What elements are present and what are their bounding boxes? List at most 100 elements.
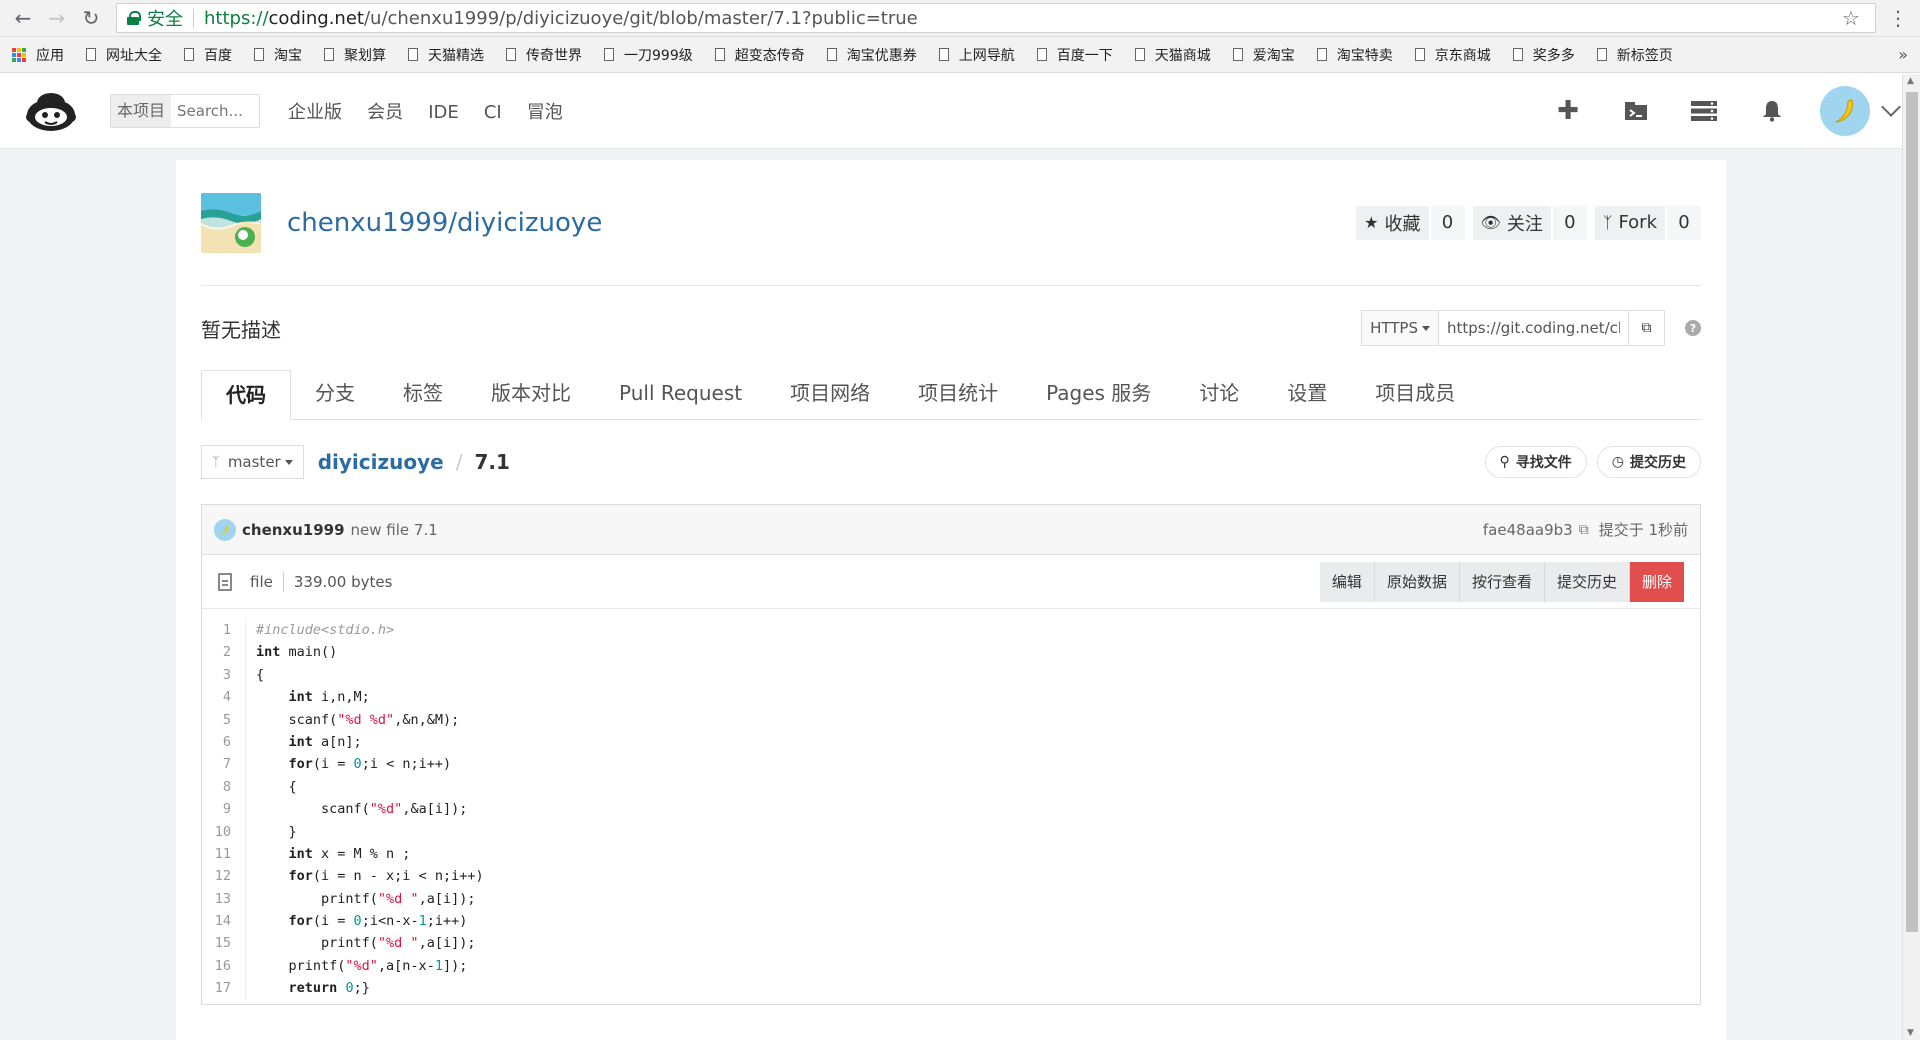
fork-button[interactable]: ᛉ Fork: [1594, 205, 1665, 240]
line-number[interactable]: 8: [202, 776, 231, 798]
tab-pull-request[interactable]: Pull Request: [595, 369, 766, 419]
tab-tags[interactable]: 标签: [379, 369, 467, 419]
line-number[interactable]: 5: [202, 709, 231, 731]
watch-count[interactable]: 0: [1552, 205, 1587, 240]
watch-button[interactable]: 👁 关注: [1472, 205, 1551, 240]
bookmark-item[interactable]: 天猫商城: [1134, 45, 1211, 65]
bookmark-item[interactable]: 百度一下: [1036, 45, 1113, 65]
line-number[interactable]: 10: [202, 821, 231, 843]
help-icon[interactable]: ?: [1685, 320, 1701, 336]
bookmark-item[interactable]: 京东商城: [1414, 45, 1491, 65]
nav-member[interactable]: 会员: [367, 102, 403, 123]
line-number[interactable]: 2: [202, 641, 231, 663]
tab-compare[interactable]: 版本对比: [467, 369, 595, 419]
nav-bubble[interactable]: 冒泡: [527, 102, 563, 123]
bookmark-item[interactable]: 一刀999级: [604, 45, 693, 65]
commit-author[interactable]: chenxu1999: [242, 521, 345, 539]
line-number[interactable]: 7: [202, 753, 231, 775]
find-file-button[interactable]: ⚲ 寻找文件: [1484, 446, 1587, 478]
line-number[interactable]: 13: [202, 888, 231, 910]
tab-network[interactable]: 项目网络: [766, 369, 894, 419]
scroll-up-icon[interactable]: ▲: [1907, 76, 1914, 86]
tab-code[interactable]: 代码: [201, 370, 291, 420]
user-avatar[interactable]: [1820, 85, 1870, 136]
bookmark-item[interactable]: 聚划算: [324, 45, 386, 65]
commit-avatar[interactable]: [214, 518, 236, 541]
line-number[interactable]: 14: [202, 910, 231, 932]
bookmark-apps[interactable]: 应用: [12, 45, 64, 65]
bookmark-item[interactable]: 超变态传奇: [714, 45, 805, 65]
search-scope[interactable]: 本项目: [111, 94, 172, 127]
back-arrow-icon[interactable]: ←: [8, 3, 38, 33]
history-button[interactable]: ◷ 提交历史: [1596, 446, 1701, 478]
reload-icon[interactable]: ↻: [76, 3, 106, 33]
nav-ci[interactable]: CI: [484, 102, 502, 123]
list-icon[interactable]: [1682, 91, 1726, 131]
scroll-thumb[interactable]: [1906, 92, 1918, 932]
bell-icon[interactable]: [1750, 91, 1794, 131]
bookmark-item[interactable]: 上网导航: [938, 45, 1015, 65]
copy-icon[interactable]: ⧉: [1579, 522, 1589, 538]
tab-members[interactable]: 项目成员: [1351, 369, 1479, 419]
branch-dropdown[interactable]: ᛉ master: [201, 445, 304, 479]
tab-discussion[interactable]: 讨论: [1175, 369, 1263, 419]
coding-logo-icon[interactable]: [22, 87, 80, 135]
search-input[interactable]: [171, 101, 252, 120]
terminal-icon[interactable]: [1614, 91, 1658, 131]
clone-protocol-dropdown[interactable]: HTTPS: [1361, 310, 1439, 346]
scroll-down-icon[interactable]: ▼: [1907, 1028, 1914, 1038]
raw-button[interactable]: 原始数据: [1374, 561, 1460, 602]
line-number[interactable]: 16: [202, 955, 231, 977]
bookmark-item[interactable]: 网址大全: [86, 45, 162, 65]
address-bar[interactable]: 安全 https://coding.net/u/chenxu1999/p/diy…: [116, 3, 1876, 33]
fork-count[interactable]: 0: [1667, 205, 1701, 240]
forward-arrow-icon[interactable]: →: [42, 3, 72, 33]
line-number[interactable]: 9: [202, 798, 231, 820]
line-number[interactable]: 3: [202, 664, 231, 686]
bookmarks-overflow-button[interactable]: »: [1898, 45, 1908, 64]
plus-icon[interactable]: ✚: [1546, 91, 1590, 131]
line-number[interactable]: 6: [202, 731, 231, 753]
page-scrollbar[interactable]: ▲ ▼: [1902, 74, 1920, 1040]
code-lines[interactable]: #include<stdio.h> int main(){ int i,n,M; …: [246, 619, 484, 1000]
tab-stats[interactable]: 项目统计: [894, 369, 1022, 419]
bookmark-item[interactable]: 奖多多: [1512, 45, 1575, 65]
bookmark-item[interactable]: 淘宝: [254, 45, 302, 65]
bookmark-item[interactable]: 新标签页: [1596, 45, 1673, 65]
bookmark-item[interactable]: 百度: [184, 45, 232, 65]
code-view[interactable]: 1 2 3 4 5 6 7 8 9 10 11 12 13 14 15 16 17 #include<stdio…: [202, 609, 1700, 1004]
copy-icon[interactable]: ⧉: [1629, 310, 1665, 346]
line-number[interactable]: 1: [202, 619, 231, 641]
commit-message[interactable]: new file 7.1: [351, 521, 438, 539]
bookmark-item[interactable]: 淘宝优惠券: [826, 45, 917, 65]
line-number[interactable]: 12: [202, 865, 231, 887]
star-button[interactable]: ★ 收藏: [1356, 205, 1429, 240]
bookmark-item[interactable]: 爱淘宝: [1232, 45, 1295, 65]
tab-pages[interactable]: Pages 服务: [1022, 369, 1175, 419]
clone-url-field[interactable]: [1439, 310, 1629, 346]
search-box[interactable]: 本项目: [110, 93, 260, 128]
browser-menu-icon[interactable]: ⋮: [1884, 6, 1912, 30]
nav-ide[interactable]: IDE: [428, 102, 459, 123]
commit-hash[interactable]: fae48aa9b3: [1483, 521, 1573, 539]
edit-button[interactable]: 编辑: [1319, 561, 1375, 602]
nav-enterprise[interactable]: 企业版: [288, 102, 342, 123]
bookmark-star-icon[interactable]: ☆: [1837, 6, 1865, 30]
tab-settings[interactable]: 设置: [1263, 369, 1351, 419]
project-title[interactable]: chenxu1999/diyicizuoye: [287, 208, 602, 238]
line-number[interactable]: 17: [202, 977, 231, 999]
star-count[interactable]: 0: [1430, 205, 1465, 240]
line-number[interactable]: 11: [202, 843, 231, 865]
chevron-down-icon[interactable]: [1881, 96, 1901, 117]
breadcrumb-repo[interactable]: diyicizuoye: [318, 450, 444, 474]
blame-button[interactable]: 按行查看: [1459, 561, 1545, 602]
url-text[interactable]: https://coding.net/u/chenxu1999/p/diyici…: [204, 8, 918, 29]
bookmark-item[interactable]: 传奇世界: [506, 45, 582, 65]
tab-branches[interactable]: 分支: [291, 369, 379, 419]
file-history-button[interactable]: 提交历史: [1544, 561, 1630, 602]
bookmark-item[interactable]: 淘宝特卖: [1316, 45, 1393, 65]
line-number[interactable]: 4: [202, 686, 231, 708]
bookmark-item[interactable]: 天猫精选: [408, 45, 484, 65]
line-number[interactable]: 15: [202, 932, 231, 954]
delete-button[interactable]: 删除: [1629, 561, 1684, 602]
